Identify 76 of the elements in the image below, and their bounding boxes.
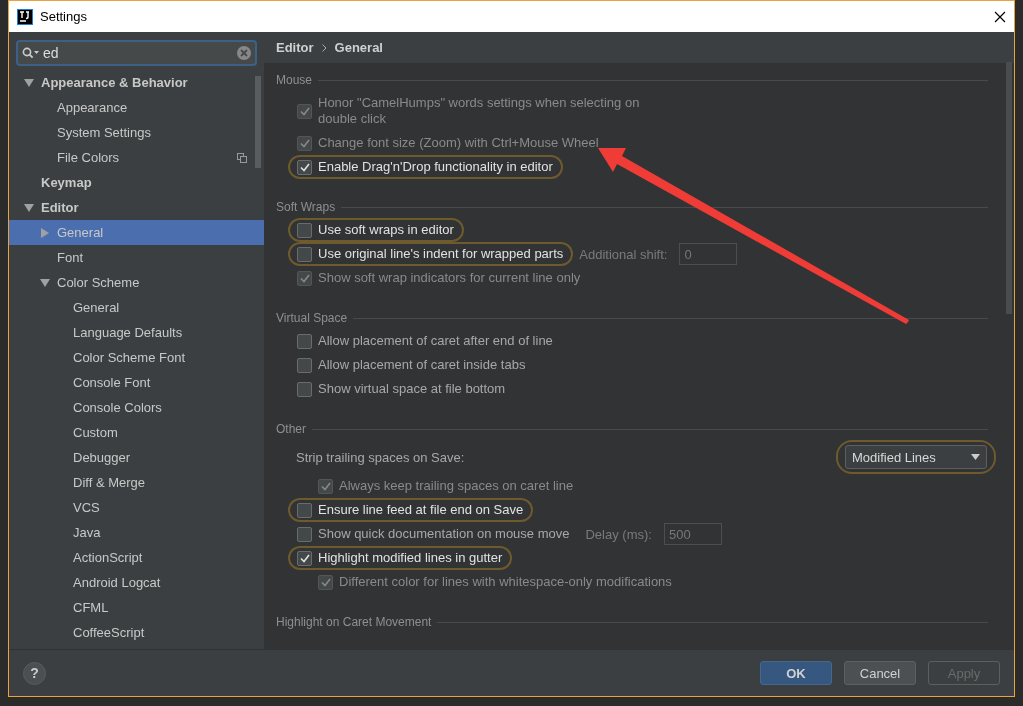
tree-item-label: File Colors: [57, 150, 120, 165]
tree-item[interactable]: CFML: [9, 595, 264, 620]
tree-item[interactable]: File Colors: [9, 145, 264, 170]
option-label: Allow placement of caret inside tabs: [318, 357, 526, 373]
tree-item[interactable]: Color Scheme Font: [9, 345, 264, 370]
tree-item-label: Language Defaults: [73, 325, 183, 340]
option-label: Always keep trailing spaces on caret line: [339, 478, 574, 494]
tree-item[interactable]: Font: [9, 245, 264, 270]
tree-item-label: CoffeeScript: [73, 625, 145, 640]
tree-item-label: General: [57, 225, 104, 240]
tree-item-label: Appearance & Behavior: [41, 75, 188, 90]
option-label: Change font size (Zoom) with Ctrl+Mouse Wheel: [318, 135, 599, 151]
search-input[interactable]: ed: [43, 45, 234, 61]
help-button[interactable]: ?: [23, 661, 46, 685]
tree-item[interactable]: Console Font: [9, 370, 264, 395]
tree-item-label: Custom: [73, 425, 118, 440]
tree-item-label: Android Logcat: [73, 575, 161, 590]
tree-item[interactable]: Debugger: [9, 445, 264, 470]
tree-item[interactable]: Language Defaults: [9, 320, 264, 345]
option-label: Honor "CamelHumps" words settings when selecting on double click: [318, 95, 641, 127]
tree-item[interactable]: Android Logcat: [9, 570, 264, 595]
tree-item[interactable]: System Settings: [9, 120, 264, 145]
section-title: Soft Wraps: [276, 200, 336, 214]
tree-item-label: ActionScript: [73, 550, 143, 565]
tree-item-label: CFML: [73, 600, 109, 615]
option-label: Allow placement of caret after end of line: [318, 333, 553, 349]
tree-item-label: Font: [57, 250, 83, 265]
tree-item-label: VCS: [73, 500, 100, 515]
tree-item[interactable]: General: [9, 295, 264, 320]
tree-item-label: Keymap: [41, 175, 92, 190]
tree-item-label: Java: [73, 525, 101, 540]
dialog-button[interactable]: OK: [760, 661, 832, 685]
option-label: Show quick documentation on mouse move: [318, 526, 570, 542]
tree-item[interactable]: Appearance: [9, 95, 264, 120]
tree-item[interactable]: ActionScript: [9, 545, 264, 570]
dialog-button[interactable]: Cancel: [844, 661, 916, 685]
breadcrumb-item: General: [334, 40, 383, 55]
option-label: Enable Drag'n'Drop functionality in editor: [318, 159, 553, 175]
option-label: Different color for lines with whitespace-only modifications: [339, 574, 672, 590]
section-title: Highlight on Caret Movement: [276, 615, 432, 629]
tree-item[interactable]: Custom: [9, 420, 264, 445]
tree-item-label: Console Font: [73, 375, 151, 390]
breadcrumb-item: Editor: [276, 40, 314, 55]
tree-item[interactable]: Color Scheme: [9, 270, 264, 295]
section-title: Other: [276, 422, 306, 436]
tree-item-label: System Settings: [57, 125, 151, 140]
option-label: Strip trailing spaces on Save:: [296, 449, 466, 465]
tree-item-label: General: [73, 300, 120, 315]
dropdown[interactable]: Modified Lines: [845, 445, 987, 469]
tree-item-label: Editor: [41, 200, 79, 215]
section-title: Mouse: [276, 73, 313, 87]
section-title: Virtual Space: [276, 311, 348, 325]
tree-item-label: Color Scheme Font: [73, 350, 185, 365]
tree-item[interactable]: Java: [9, 520, 264, 545]
tree-item[interactable]: CoffeeScript: [9, 620, 264, 645]
tree-item-label: Console Colors: [73, 400, 162, 415]
tree-item[interactable]: Keymap: [9, 170, 264, 195]
tree-item[interactable]: Diff & Merge: [9, 470, 264, 495]
option-label: Ensure line feed at file end on Save: [318, 502, 524, 518]
option-label: Show soft wrap indicators for current line only: [318, 270, 581, 286]
field-label: Additional shift:: [579, 246, 668, 262]
tree-item-label: Diff & Merge: [73, 475, 145, 490]
option-label: Show virtual space at file bottom: [318, 381, 506, 397]
tree-item[interactable]: Editor: [9, 195, 264, 220]
field-label: Delay (ms):: [585, 526, 652, 542]
tree-item[interactable]: VCS: [9, 495, 264, 520]
option-label: Use original line's indent for wrapped parts: [318, 246, 564, 262]
tree-item[interactable]: Appearance & Behavior: [9, 70, 264, 95]
option-label: Use soft wraps in editor: [318, 222, 454, 238]
window-title: Settings: [40, 9, 88, 24]
tree-item-label: Color Scheme: [57, 275, 140, 290]
tree-item[interactable]: Console Colors: [9, 395, 264, 420]
tree-item-label: Debugger: [73, 450, 131, 465]
search-field[interactable]: ed: [16, 40, 257, 66]
tree-item-label: Appearance: [57, 100, 128, 115]
option-label: Highlight modified lines in gutter: [318, 550, 503, 566]
